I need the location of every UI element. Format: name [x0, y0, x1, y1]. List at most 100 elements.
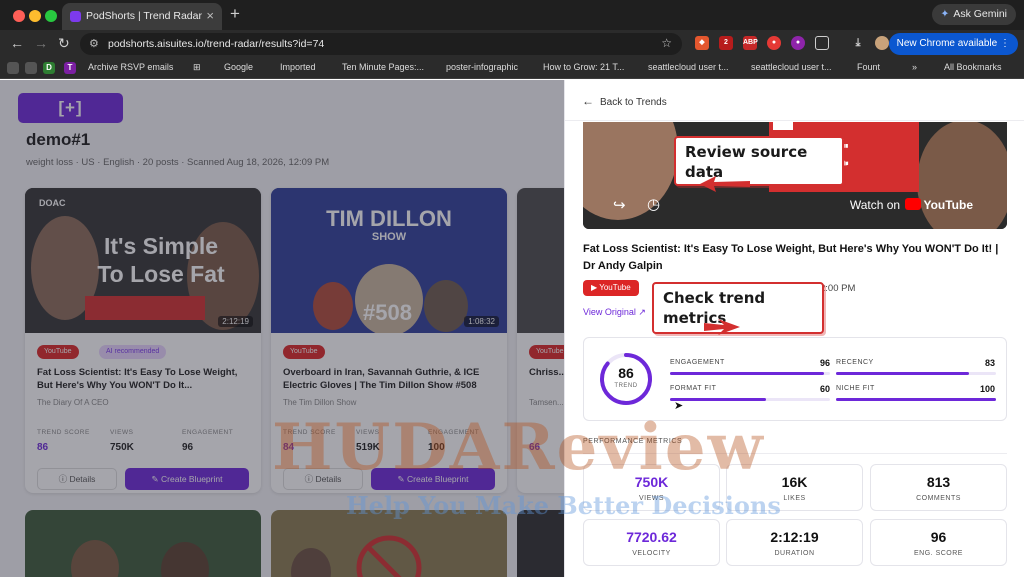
- ai-recommended-badge: AI recommended: [99, 345, 167, 359]
- extension-fox-icon[interactable]: ◆: [695, 36, 709, 50]
- bookmarks-bar: D T Archive RSVP emails ⊞ Google Importe…: [0, 58, 1024, 79]
- podshorts-favicon-icon: [70, 11, 81, 22]
- bookmark-t[interactable]: T: [64, 62, 76, 74]
- extension-red-icon[interactable]: ●: [767, 36, 781, 50]
- extension-badge-icon[interactable]: 2: [719, 36, 733, 50]
- project-meta: weight loss · US · English · 20 posts · …: [26, 157, 330, 168]
- thumbnail-text: TIM DILLON: [326, 206, 452, 231]
- bookmark-seattlecloud-2[interactable]: seattlecloud user t...: [751, 62, 832, 72]
- create-blueprint-button[interactable]: ✎ Create Blueprint: [125, 468, 249, 490]
- back-arrow-icon[interactable]: ←: [10, 35, 24, 51]
- adblock-extension-icon[interactable]: ABP: [743, 36, 758, 50]
- forward-arrow-icon[interactable]: →: [34, 35, 48, 51]
- eng-score-value: 96: [930, 529, 947, 545]
- bookmark-archive-rsvp[interactable]: Archive RSVP emails: [88, 62, 173, 72]
- close-window-button[interactable]: [13, 10, 25, 22]
- ask-gemini-button[interactable]: ✦ Ask Gemini: [931, 4, 1016, 25]
- maximize-window-button[interactable]: [45, 10, 57, 22]
- ask-gemini-label: Ask Gemini: [953, 8, 1007, 20]
- result-card[interactable]: [25, 510, 261, 577]
- extension-color-icon[interactable]: ●: [791, 36, 805, 50]
- duration-tile: 2:12:19 DURATION: [726, 519, 863, 566]
- thumbnail-tag: DOAC: [39, 198, 66, 208]
- engagement-bar-fill: [670, 372, 824, 375]
- project-title: demo#1: [26, 130, 91, 149]
- bookmark-poster-infographic[interactable]: poster-infographic: [446, 62, 518, 72]
- recency-value: 83: [984, 358, 995, 368]
- card-title[interactable]: Overboard in Iran, Savannah Guthrie, & I…: [283, 366, 495, 392]
- bookmark-google[interactable]: Google: [224, 62, 253, 72]
- browser-toolbar: ← → ↻ ⚙ podshorts.aisuites.io/trend-rada…: [0, 30, 1024, 58]
- new-tab-icon[interactable]: +: [230, 4, 240, 24]
- bookmark-folder-icon[interactable]: [7, 62, 19, 74]
- watermark-tagline: Help You Make Better Decisions: [346, 491, 781, 520]
- app-logo-button[interactable]: [+]: [18, 93, 123, 123]
- gemini-sparkle-icon: ✦: [940, 8, 950, 20]
- site-info-icon[interactable]: ⚙: [89, 37, 99, 50]
- video-thumbnail: DOAC It's Simple To Lose Fat 2:12:19: [25, 188, 261, 333]
- bookmark-d[interactable]: D: [43, 62, 55, 74]
- callout-arrow-icon: [700, 176, 750, 192]
- all-bookmarks-folder[interactable]: All Bookmarks: [944, 62, 1002, 72]
- watch-on-youtube-button[interactable]: Watch on YouTube: [850, 198, 973, 212]
- back-label: Back to Trends: [600, 97, 667, 108]
- duration-value: 2:12:19: [770, 529, 819, 545]
- youtube-badge: YouTube: [529, 345, 564, 359]
- engagement-label: ENGAGEMENT: [182, 429, 234, 436]
- format-fit-bar: [670, 398, 830, 401]
- trend-score-label: TREND: [614, 383, 638, 389]
- thumbnail-subtext: SHOW: [371, 231, 407, 243]
- details-label: Details: [69, 474, 96, 484]
- result-card[interactable]: [271, 510, 507, 577]
- engagement-bar: [670, 372, 830, 375]
- more-bookmarks-icon[interactable]: »: [912, 62, 917, 72]
- video-thumbnail: [271, 510, 507, 577]
- url-text: podshorts.aisuites.io/trend-radar/result…: [108, 38, 325, 50]
- bookmark-how-to-grow[interactable]: How to Grow: 21 T...: [543, 62, 624, 72]
- profile-avatar[interactable]: [875, 36, 889, 50]
- active-tab[interactable]: PodShorts | Trend Radar ×: [62, 3, 222, 30]
- card-channel: Tamsen...: [529, 398, 564, 407]
- velocity-label: VELOCITY: [632, 550, 671, 557]
- reload-icon[interactable]: ↻: [58, 35, 70, 52]
- card-title[interactable]: Chriss... GLP-1 |...: [529, 366, 564, 379]
- details-button[interactable]: ⓘ Details: [37, 468, 117, 490]
- watch-on-label: Watch on: [849, 198, 901, 212]
- trend-score-value: 86: [618, 365, 634, 381]
- video-thumbnail: TIM DILLON SHOW #508 1:08:32: [271, 188, 507, 333]
- bookmark-ten-minute-pages[interactable]: Ten Minute Pages:...: [342, 62, 424, 72]
- watermark-logo: HUDAReview: [272, 410, 765, 485]
- niche-fit-value: 100: [979, 384, 995, 394]
- update-label: New Chrome available: [896, 38, 998, 49]
- view-original-link[interactable]: View Original ↗: [583, 307, 646, 318]
- result-card[interactable]: [517, 510, 564, 577]
- platform-badge: ▶ YouTube: [583, 280, 639, 296]
- eng-score-tile: 96 ENG. SCORE: [870, 519, 1007, 566]
- minimize-window-button[interactable]: [29, 10, 41, 22]
- watch-later-clock-icon[interactable]: ◷: [647, 195, 660, 213]
- mouse-cursor-icon: ➤: [674, 400, 684, 412]
- share-icon[interactable]: ↪: [613, 196, 626, 214]
- trend-score-label: TREND SCORE: [37, 429, 90, 436]
- result-card[interactable]: DOAC It's Simple To Lose Fat 2:12:19 You…: [25, 188, 261, 493]
- bookmark-fount[interactable]: Fount: [857, 62, 880, 72]
- extensions-puzzle-icon[interactable]: [815, 36, 829, 50]
- video-thumbnail: [517, 188, 564, 333]
- address-bar[interactable]: ⚙ podshorts.aisuites.io/trend-radar/resu…: [80, 33, 682, 55]
- bookmark-imported[interactable]: Imported: [280, 62, 316, 72]
- engagement-label: ENGAGEMENT: [670, 359, 725, 366]
- panel-divider: [565, 120, 1024, 121]
- bookmark-star-icon[interactable]: ☆: [661, 36, 672, 50]
- callout-arrow-icon: [704, 319, 740, 335]
- back-to-trends-link[interactable]: ← Back to Trends: [582, 94, 667, 108]
- card-title[interactable]: Fat Loss Scientist: It's Easy To Lose We…: [37, 366, 249, 392]
- bookmark-seattlecloud-1[interactable]: seattlecloud user t...: [648, 62, 729, 72]
- download-icon[interactable]: ⤓: [851, 36, 865, 50]
- recency-bar-fill: [836, 372, 969, 375]
- recency-label: RECENCY: [836, 359, 874, 366]
- bookmark-grid-icon[interactable]: [25, 62, 37, 74]
- close-tab-icon[interactable]: ×: [206, 8, 214, 23]
- views-value: 750K: [110, 442, 134, 453]
- new-chrome-available-button[interactable]: New Chrome available ⋮: [888, 33, 1018, 55]
- apps-grid-icon[interactable]: ⊞: [193, 62, 201, 73]
